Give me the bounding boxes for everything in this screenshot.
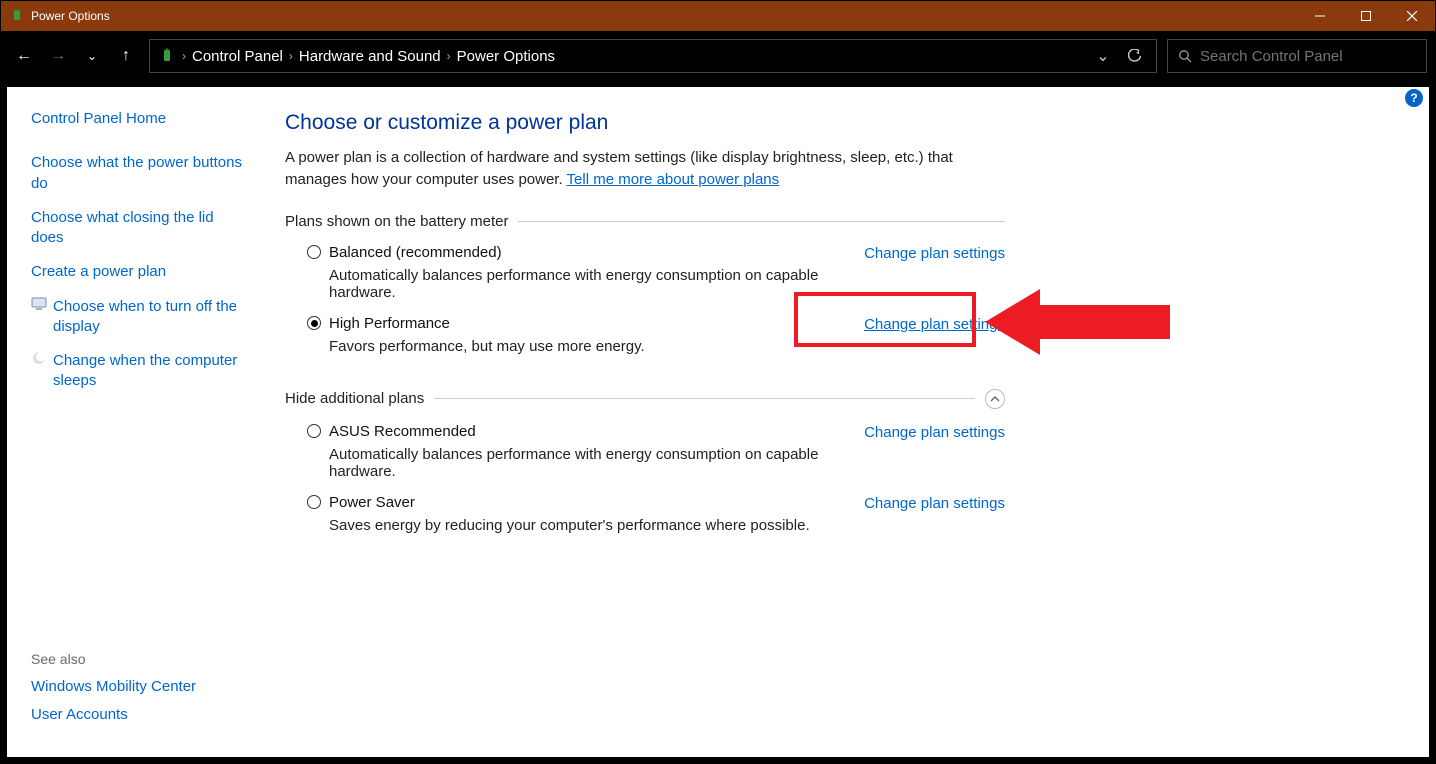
radio-balanced[interactable]: [307, 245, 321, 259]
window-root: Power Options ← → ⌄ ↑ › Control Panel › …: [0, 0, 1436, 764]
plan-desc: Favors performance, but may use more ene…: [329, 338, 864, 355]
plan-name[interactable]: Power Saver: [329, 494, 415, 511]
nav-back-button[interactable]: ←: [9, 41, 39, 71]
sidebar-home-link[interactable]: Control Panel Home: [31, 105, 245, 133]
plan-power-saver: Power Saver Saves energy by reducing you…: [285, 494, 1005, 534]
content-wrap: ? Control Panel Home Choose what the pow…: [1, 81, 1435, 763]
search-input[interactable]: [1200, 48, 1416, 65]
breadcrumb-power-options[interactable]: Power Options: [457, 48, 555, 65]
main-panel: Choose or customize a power plan A power…: [255, 87, 1429, 757]
intro-link[interactable]: Tell me more about power plans: [567, 171, 780, 188]
see-also-user-accounts[interactable]: User Accounts: [31, 701, 245, 729]
sidebar-link-computer-sleeps[interactable]: Change when the computer sleeps: [53, 347, 245, 396]
sidebar-link-turn-off-display[interactable]: Choose when to turn off the display: [53, 293, 245, 342]
section-label: Hide additional plans: [285, 390, 424, 407]
monitor-icon: [31, 296, 47, 312]
chevron-right-icon: ›: [182, 49, 186, 63]
radio-asus[interactable]: [307, 424, 321, 438]
close-button[interactable]: [1389, 1, 1435, 31]
collapse-toggle[interactable]: [985, 389, 1005, 409]
change-plan-settings-power-saver[interactable]: Change plan settings: [864, 494, 1005, 512]
intro-text: A power plan is a collection of hardware…: [285, 147, 965, 191]
breadcrumb-control-panel[interactable]: Control Panel: [192, 48, 283, 65]
change-plan-settings-high-performance[interactable]: Change plan settings: [864, 315, 1005, 333]
nav-up-button[interactable]: ↑: [111, 41, 141, 71]
sidebar-link-closing-lid[interactable]: Choose what closing the lid does: [31, 204, 245, 253]
plan-name[interactable]: High Performance: [329, 315, 450, 332]
divider: [518, 221, 1005, 222]
search-icon: [1178, 49, 1192, 63]
titlebar: Power Options: [1, 1, 1435, 31]
page-heading: Choose or customize a power plan: [285, 111, 1409, 135]
plan-asus-recommended: ASUS Recommended Automatically balances …: [285, 423, 1005, 480]
radio-high-performance[interactable]: [307, 316, 321, 330]
chevron-up-icon: [990, 394, 1000, 404]
plan-desc: Saves energy by reducing your computer's…: [329, 517, 864, 534]
see-also-label: See also: [31, 647, 245, 673]
breadcrumb-icon: [158, 47, 176, 65]
see-also-mobility-center[interactable]: Windows Mobility Center: [31, 673, 245, 701]
plan-balanced: Balanced (recommended) Automatically bal…: [285, 244, 1005, 301]
maximize-button[interactable]: [1343, 1, 1389, 31]
search-box[interactable]: [1167, 39, 1427, 73]
radio-power-saver[interactable]: [307, 495, 321, 509]
annotation-arrow: [985, 277, 1175, 367]
plan-desc: Automatically balances performance with …: [329, 446, 864, 480]
content: ? Control Panel Home Choose what the pow…: [7, 87, 1429, 757]
address-bar[interactable]: › Control Panel › Hardware and Sound › P…: [149, 39, 1157, 73]
see-also-section: See also Windows Mobility Center User Ac…: [31, 647, 245, 740]
nav-recent-button[interactable]: ⌄: [77, 41, 107, 71]
nav-forward-button[interactable]: →: [43, 41, 73, 71]
sidebar-link-power-buttons[interactable]: Choose what the power buttons do: [31, 149, 245, 198]
section-additional-plans: Hide additional plans: [285, 389, 1005, 409]
refresh-button[interactable]: [1122, 43, 1148, 69]
section-shown-plans: Plans shown on the battery meter: [285, 213, 1005, 230]
chevron-right-icon: ›: [447, 49, 451, 63]
divider: [434, 398, 975, 399]
breadcrumb-hardware-sound[interactable]: Hardware and Sound: [299, 48, 441, 65]
plan-high-performance: High Performance Favors performance, but…: [285, 315, 1005, 355]
chevron-right-icon: ›: [289, 49, 293, 63]
navbar: ← → ⌄ ↑ › Control Panel › Hardware and S…: [1, 31, 1435, 81]
address-dropdown-button[interactable]: ⌄: [1090, 43, 1116, 69]
app-icon: [9, 8, 25, 24]
minimize-button[interactable]: [1297, 1, 1343, 31]
sidebar: Control Panel Home Choose what the power…: [7, 87, 255, 757]
section-label: Plans shown on the battery meter: [285, 213, 508, 230]
plan-name[interactable]: Balanced (recommended): [329, 244, 502, 261]
change-plan-settings-asus[interactable]: Change plan settings: [864, 423, 1005, 441]
plan-name[interactable]: ASUS Recommended: [329, 423, 476, 440]
moon-icon: [31, 350, 47, 366]
window-title: Power Options: [31, 9, 110, 23]
change-plan-settings-balanced[interactable]: Change plan settings: [864, 244, 1005, 262]
plan-desc: Automatically balances performance with …: [329, 267, 864, 301]
sidebar-link-create-plan[interactable]: Create a power plan: [31, 258, 245, 286]
